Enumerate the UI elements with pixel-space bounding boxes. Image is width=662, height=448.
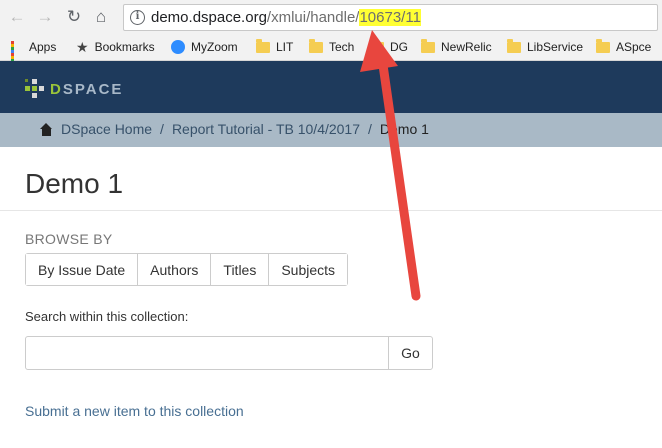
folder-icon <box>370 38 384 53</box>
go-button[interactable]: Go <box>388 336 433 370</box>
apps-grid-icon <box>11 41 23 68</box>
logo-letter-d: D <box>50 80 63 98</box>
bookmarks-bar: Apps ★ Bookmarks MyZoom LIT Tech DG NewR… <box>0 34 662 68</box>
search-input[interactable] <box>25 336 389 370</box>
browse-button-group: By Issue Date Authors Titles Subjects <box>25 253 349 286</box>
url-text[interactable]: demo.dspace.org/xmlui/handle/10673/11 <box>151 9 421 26</box>
zoom-icon <box>171 40 185 54</box>
search-label: Search within this collection: <box>25 309 189 324</box>
breadcrumb: DSpace Home / Report Tutorial - TB 10/4/… <box>0 113 662 147</box>
browse-titles-button[interactable]: Titles <box>210 254 269 285</box>
bookmark-tech[interactable]: Tech <box>309 38 354 56</box>
folder-icon <box>596 38 610 53</box>
url-highlighted-handle: 10673/11 <box>359 9 421 26</box>
breadcrumb-separator: / <box>160 121 164 137</box>
title-divider <box>0 210 662 211</box>
breadcrumb-home-link[interactable]: DSpace Home <box>61 121 152 137</box>
url-path: /xmlui/handle/ <box>266 9 360 26</box>
address-bar[interactable]: i demo.dspace.org/xmlui/handle/10673/11 <box>123 4 658 31</box>
browse-subjects-button[interactable]: Subjects <box>268 254 348 285</box>
back-arrow-icon[interactable]: ← <box>6 6 28 28</box>
url-host: demo.dspace.org <box>151 9 267 26</box>
bookmark-label: Tech <box>329 40 355 54</box>
dspace-logo[interactable]: DSPACE <box>25 79 123 99</box>
bookmark-bookmarks[interactable]: ★ Bookmarks <box>76 38 155 56</box>
breadcrumb-current: Demo 1 <box>379 121 429 137</box>
info-icon[interactable]: i <box>130 10 145 25</box>
bookmark-label: ASpce <box>616 40 652 54</box>
bookmark-label: Apps <box>29 40 57 54</box>
bookmark-label: Bookmarks <box>94 40 155 54</box>
home-icon <box>40 122 53 136</box>
logo-word: SPACE <box>62 80 124 98</box>
bookmark-libservice[interactable]: LibService <box>507 38 583 56</box>
browse-by-issue-date-button[interactable]: By Issue Date <box>26 254 138 285</box>
reload-icon[interactable]: ↻ <box>63 6 85 28</box>
breadcrumb-separator: / <box>368 121 372 137</box>
folder-icon <box>309 38 323 53</box>
home-nav-icon[interactable]: ⌂ <box>90 6 112 28</box>
page-title: Demo 1 <box>25 168 124 199</box>
bookmark-label: DG <box>390 40 408 54</box>
folder-icon <box>256 38 270 53</box>
bookmark-label: NewRelic <box>441 40 492 54</box>
folder-icon <box>421 38 435 53</box>
bookmark-label: LibService <box>527 40 584 54</box>
site-header: DSPACE <box>0 61 662 113</box>
bookmark-lit[interactable]: LIT <box>256 38 293 56</box>
bookmark-label: LIT <box>276 40 294 54</box>
forward-arrow-icon[interactable]: → <box>34 6 56 28</box>
submit-item-link[interactable]: Submit a new item to this collection <box>25 403 244 419</box>
dspace-logo-icon <box>25 79 45 99</box>
bookmark-label: MyZoom <box>191 40 238 54</box>
star-icon: ★ <box>76 39 89 55</box>
browse-authors-button[interactable]: Authors <box>137 254 211 285</box>
folder-icon <box>507 38 521 53</box>
bookmark-myzoom[interactable]: MyZoom <box>171 38 238 56</box>
bookmark-newrelic[interactable]: NewRelic <box>421 38 492 56</box>
bookmark-dg[interactable]: DG <box>370 38 408 56</box>
bookmark-apps[interactable]: Apps <box>11 38 57 68</box>
browse-by-label: BROWSE BY <box>25 231 113 247</box>
breadcrumb-parent-link[interactable]: Report Tutorial - TB 10/4/2017 <box>172 121 360 137</box>
browser-chrome: ← → ↻ ⌂ i demo.dspace.org/xmlui/handle/1… <box>0 0 662 68</box>
bookmark-aspce[interactable]: ASpce <box>596 38 651 56</box>
